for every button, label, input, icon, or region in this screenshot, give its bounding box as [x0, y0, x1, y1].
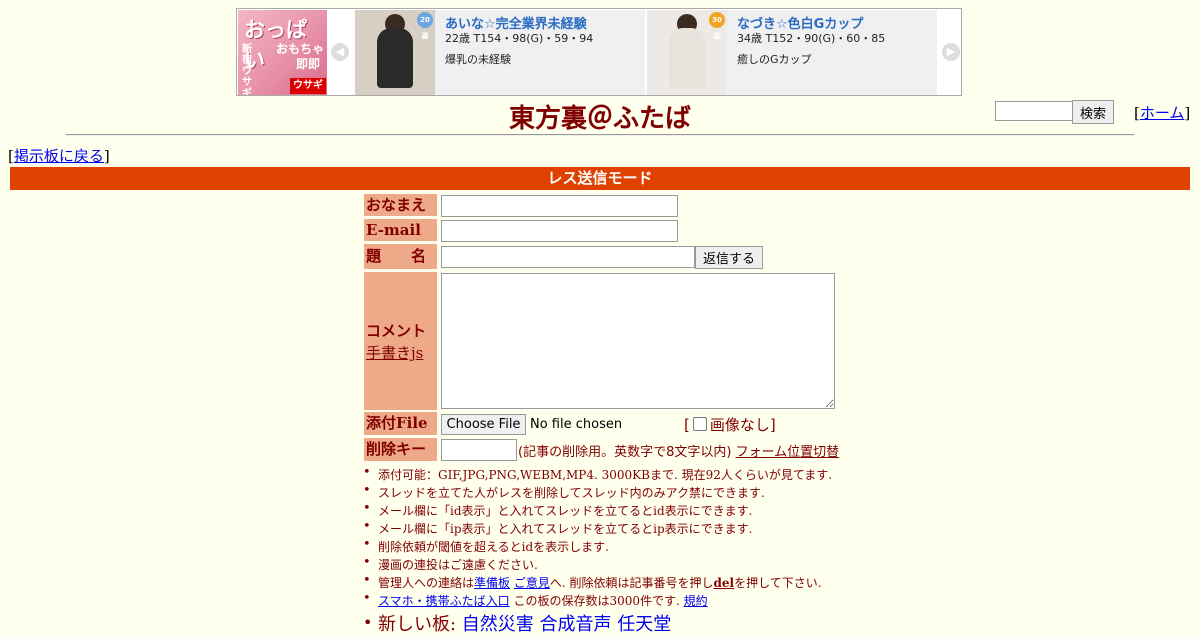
ad-card-desc: 癒しのGカップ — [737, 53, 812, 66]
list-item: メール欄に「ip表示」と入れてスレッドを立てるとip表示にできます. — [363, 519, 832, 538]
ad-photo-2: 30歳 — [647, 10, 727, 95]
file-label: 添付File — [364, 412, 437, 435]
note-text: 管理人への連絡は — [378, 576, 475, 590]
no-image-label: 画像なし — [709, 416, 770, 434]
form-position-toggle-link[interactable]: フォーム位置切替 — [736, 445, 840, 460]
list-item: 添付可能：GIF,JPG,PNG,WEBM,MP4. 3000KBまで. 現在9… — [363, 465, 832, 484]
notes-list: 添付可能：GIF,JPG,PNG,WEBM,MP4. 3000KBまで. 現在9… — [363, 465, 832, 635]
no-image-option[interactable]: [画像なし] — [684, 414, 776, 435]
del-link[interactable]: del — [714, 576, 735, 590]
ad-left-line3: 即即 — [296, 57, 321, 71]
new-board-link-disaster[interactable]: 自然災害 — [462, 614, 534, 635]
back-to-board-link[interactable]: 掲示板に戻る — [14, 147, 104, 165]
feedback-link[interactable]: ご意見 — [514, 576, 550, 590]
search-input[interactable] — [995, 101, 1075, 121]
list-item: スレッドを立てた人がレスを削除してスレッド内のみアク禁にできます. — [363, 483, 832, 502]
note-text: を押して下さい. — [734, 576, 822, 590]
home-link[interactable]: ホーム — [1140, 104, 1185, 122]
choose-file-button[interactable]: Choose File — [441, 414, 526, 435]
rules-link[interactable]: 規約 — [684, 594, 708, 608]
name-input[interactable] — [441, 195, 678, 217]
mode-title-bar: レス送信モード — [10, 167, 1190, 190]
ad-photo-1: 20歳 — [355, 10, 435, 95]
mobile-entry-link[interactable]: スマホ・携帯ふたば入口 — [378, 594, 510, 608]
ad-card-spec: 22歳 T154・98(G)・59・94 — [445, 32, 594, 45]
preparation-board-link[interactable]: 準備板 — [474, 576, 510, 590]
email-input[interactable] — [441, 220, 678, 242]
ad-badge-1: 20歳 — [417, 12, 433, 40]
ad-photo-body — [377, 28, 413, 88]
ad-card-desc: 爆乳の未経験 — [445, 53, 511, 66]
ad-badge-2: 30歳 — [709, 12, 725, 40]
name-label: おなまえ — [364, 194, 437, 216]
list-item: 漫画の連投はご遠慮ください. — [363, 555, 832, 574]
subject-label: 題 名 — [364, 244, 437, 269]
ad-card-spec: 34歳 T152・90(G)・60・85 — [737, 32, 886, 45]
ad-banner[interactable]: おっぱい おもちゃ 即即 新宿ウサギ ウサギ ◀ 20歳 あいな☆完全業界未経験… — [236, 8, 962, 96]
new-board-link-nintendo[interactable]: 任天堂 — [617, 614, 671, 635]
handwriting-link[interactable]: 手書きjs — [366, 342, 423, 363]
comment-textarea[interactable] — [441, 273, 835, 409]
list-item: スマホ・携帯ふたば入口 この板の保存数は3000件です. 規約 — [363, 591, 832, 610]
comment-label-cell: コメント 手書きjs — [364, 272, 437, 410]
ad-photo-body — [669, 28, 705, 88]
subject-input[interactable] — [441, 246, 695, 268]
ad-left-image[interactable]: おっぱい おもちゃ 即即 新宿ウサギ ウサギ — [238, 10, 327, 95]
note-text: この板の保存数は3000件です. — [509, 594, 684, 608]
list-item: 削除依頼が閾値を超えるとidを表示します. — [363, 537, 832, 556]
search-button[interactable]: 検索 — [1072, 100, 1114, 124]
delete-key-label: 削除キー — [364, 438, 437, 461]
file-status: No file chosen — [530, 417, 623, 432]
email-label: E-mail — [364, 219, 437, 241]
list-item: メール欄に「id表示」と入れてスレッドを立てるとid表示にできます. — [363, 501, 832, 520]
delete-key-note: (記事の削除用。英数字で8文字以内) フォーム位置切替 — [518, 441, 839, 460]
ad-card-2[interactable]: 30歳 なづき☆色白Gカップ 34歳 T152・90(G)・60・85 癒しのG… — [647, 10, 937, 95]
ad-next-arrow-icon[interactable]: ▶ — [942, 43, 960, 61]
note-text: へ. 削除依頼は記事番号を押し — [549, 576, 714, 590]
ad-left-side: 新宿ウサギ — [242, 44, 252, 95]
ad-prev-arrow-icon[interactable]: ◀ — [331, 43, 349, 61]
delete-key-help: (記事の削除用。英数字で8文字以内) — [518, 445, 732, 460]
no-image-checkbox[interactable] — [692, 417, 707, 431]
back-link-wrap: [掲示板に戻る] — [8, 147, 110, 165]
note-text: 新しい板: — [378, 614, 462, 635]
divider — [66, 134, 1134, 136]
ad-logo: ウサギ — [290, 78, 326, 94]
list-item: 新しい板: 自然災害 合成音声 任天堂 — [363, 610, 832, 635]
home-link-wrap: [ホーム] — [1134, 104, 1191, 122]
ad-card-1[interactable]: 20歳 あいな☆完全業界未経験 22歳 T154・98(G)・59・94 爆乳の… — [355, 10, 645, 95]
submit-reply-button[interactable]: 返信する — [695, 246, 763, 269]
comment-label: コメント — [366, 322, 427, 340]
delete-key-input[interactable] — [441, 439, 517, 461]
list-item: 管理人への連絡は準備板 ご意見へ. 削除依頼は記事番号を押しdelを押して下さい… — [363, 573, 832, 592]
new-board-link-voice[interactable]: 合成音声 — [540, 614, 612, 635]
